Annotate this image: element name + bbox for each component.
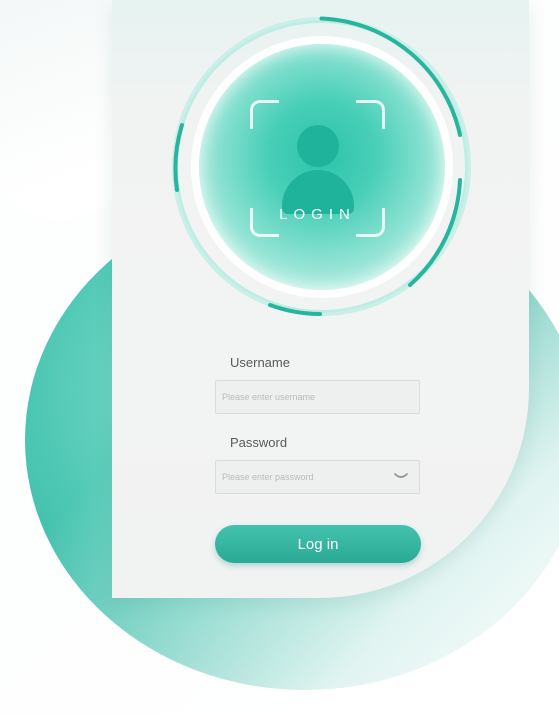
password-label: Password <box>230 435 288 450</box>
username-input[interactable] <box>216 391 394 403</box>
eye-closed-icon[interactable] <box>393 470 409 482</box>
avatar-caption: LOGIN <box>279 206 356 223</box>
password-input[interactable] <box>216 471 394 483</box>
login-screen: LOGIN Username Password Log in <box>0 0 559 714</box>
frame-corner-top-left <box>250 100 279 129</box>
username-label: Username <box>230 355 290 370</box>
password-field-wrapper <box>215 460 420 494</box>
frame-corner-top-right <box>356 100 385 129</box>
user-icon-head <box>297 125 339 167</box>
username-field-wrapper <box>215 380 420 414</box>
login-button[interactable]: Log in <box>215 525 421 563</box>
